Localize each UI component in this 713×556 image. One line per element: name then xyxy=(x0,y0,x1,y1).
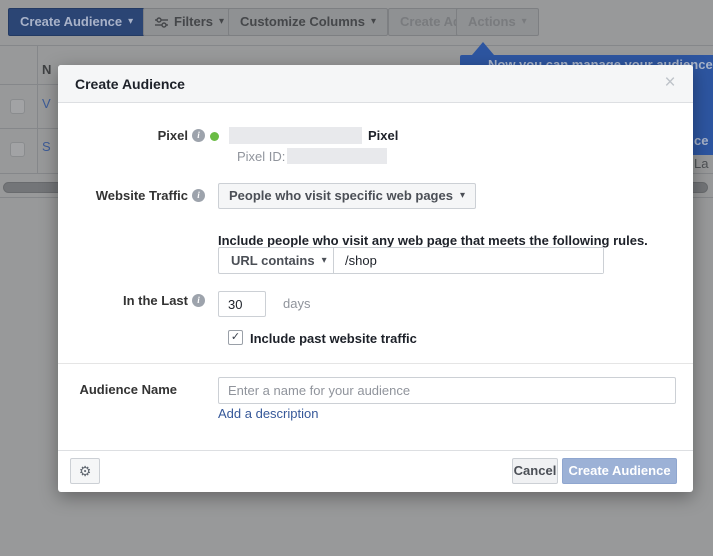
right-column-header-fragment: La xyxy=(694,156,708,171)
row1-checkbox[interactable] xyxy=(10,99,25,114)
row2-checkbox[interactable] xyxy=(10,142,25,157)
audience-name-input[interactable] xyxy=(218,377,676,404)
create-audience-toolbar-label: Create Audience xyxy=(20,9,122,35)
customize-columns-button[interactable]: Customize Columns ▾ xyxy=(228,8,388,36)
create-audience-submit-button[interactable]: Create Audience xyxy=(562,458,677,484)
advanced-settings-button[interactable]: ⚙ xyxy=(70,458,100,484)
url-condition-dropdown[interactable]: URL contains ▾ xyxy=(219,248,334,273)
create-audience-toolbar-button[interactable]: Create Audience ▾ xyxy=(8,8,145,36)
table-column-divider xyxy=(37,45,38,173)
url-value-input[interactable] xyxy=(334,248,603,273)
info-icon[interactable]: i xyxy=(192,189,205,202)
modal-header: Create Audience × xyxy=(58,65,693,103)
footer-divider xyxy=(58,450,693,451)
table-top-border xyxy=(0,45,713,46)
include-past-traffic-label: Include past website traffic xyxy=(250,331,417,346)
days-input[interactable] xyxy=(218,291,266,317)
actions-button: Actions ▾ xyxy=(456,8,539,36)
create-ad-label: Create Ad xyxy=(400,9,461,35)
caret-down-icon: ▾ xyxy=(322,255,327,266)
create-audience-modal: Create Audience × Pixel i Pixel Pixel ID… xyxy=(58,65,693,492)
pixel-id-label: Pixel ID: xyxy=(237,149,285,164)
name-column-header: N xyxy=(42,62,51,77)
days-unit-label: days xyxy=(283,296,310,311)
actions-label: Actions xyxy=(468,9,516,35)
pixel-active-status-dot xyxy=(210,132,219,141)
caret-down-icon: ▾ xyxy=(460,184,465,208)
info-icon[interactable]: i xyxy=(192,294,205,307)
filters-button[interactable]: Filters ▾ xyxy=(143,8,236,36)
website-traffic-dropdown[interactable]: People who visit specific web pages ▾ xyxy=(218,183,476,209)
url-condition-label: URL contains xyxy=(231,253,315,268)
checkmark-icon: ✓ xyxy=(231,331,240,343)
caret-down-icon: ▾ xyxy=(371,17,376,27)
filters-icon xyxy=(155,17,168,28)
callout-arrow-up xyxy=(472,42,494,55)
website-traffic-label: Website Traffic xyxy=(96,188,188,203)
caret-down-icon: ▾ xyxy=(219,17,224,27)
audience-name-label: Audience Name xyxy=(79,382,177,397)
caret-down-icon: ▾ xyxy=(522,17,527,27)
caret-down-icon: ▾ xyxy=(128,17,133,27)
customize-columns-label: Customize Columns xyxy=(240,9,365,35)
close-icon[interactable]: × xyxy=(659,72,681,94)
section-divider xyxy=(58,363,693,364)
row2-audience-link[interactable]: S xyxy=(42,139,51,154)
gear-icon: ⚙ xyxy=(79,463,92,479)
website-traffic-selected-option: People who visit specific web pages xyxy=(229,184,453,208)
pixel-name-redacted xyxy=(229,127,362,144)
include-past-traffic-checkbox[interactable]: ✓ xyxy=(228,330,243,345)
info-icon[interactable]: i xyxy=(192,129,205,142)
pixel-label: Pixel xyxy=(158,128,188,143)
row1-audience-link[interactable]: V xyxy=(42,96,51,111)
filters-label: Filters xyxy=(174,9,213,35)
url-rule-row: URL contains ▾ xyxy=(218,247,604,274)
add-description-link[interactable]: Add a description xyxy=(218,406,318,421)
modal-title: Create Audience xyxy=(75,65,185,103)
pixel-id-redacted xyxy=(287,148,387,164)
callout-text-fragment: ce xyxy=(694,133,708,148)
in-the-last-label: In the Last xyxy=(123,293,188,308)
pixel-name-suffix: Pixel xyxy=(368,128,398,143)
rules-instruction-text: Include people who visit any web page th… xyxy=(218,233,648,248)
cancel-button[interactable]: Cancel xyxy=(512,458,558,484)
